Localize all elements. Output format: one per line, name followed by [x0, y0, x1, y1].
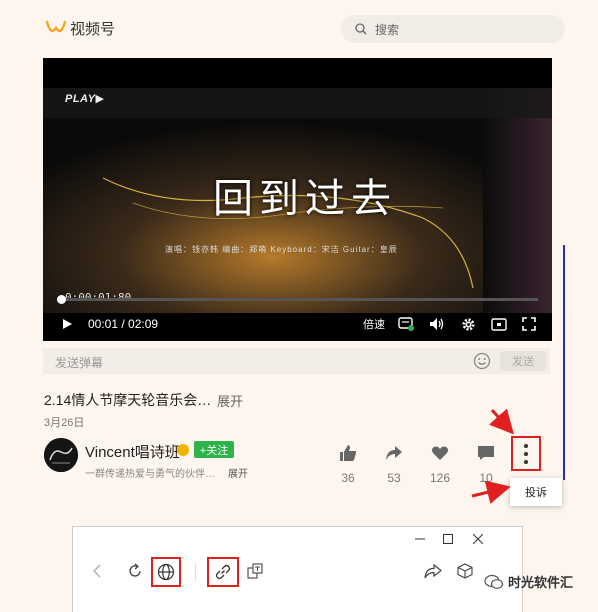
globe-icon — [157, 563, 175, 581]
close-button[interactable] — [470, 531, 486, 547]
maximize-button[interactable] — [440, 531, 456, 547]
browser-window — [72, 526, 523, 612]
link-icon — [215, 564, 231, 580]
minimize-button[interactable] — [412, 531, 428, 547]
minimize-icon — [415, 538, 425, 540]
cube-icon — [457, 563, 473, 579]
arrow-report — [471, 480, 511, 504]
annotation-arrows — [133, 408, 515, 560]
copy-link-button[interactable] — [207, 557, 239, 587]
back-button[interactable] — [89, 561, 105, 581]
open-in-browser-button[interactable] — [151, 557, 181, 587]
arrow-more-options — [489, 408, 515, 435]
wechat-icon — [484, 574, 504, 589]
share-arrow-icon — [424, 563, 442, 579]
chevron-left-icon — [93, 564, 101, 578]
refresh-icon — [129, 563, 141, 577]
watermark-text: 时光软件汇 — [508, 575, 574, 590]
translate-button[interactable] — [245, 561, 265, 581]
refresh-button[interactable] — [125, 561, 145, 581]
translate-icon — [247, 563, 263, 579]
forward-share-button[interactable] — [423, 561, 443, 581]
watermark: 时光软件汇 — [484, 572, 573, 591]
cube-button[interactable] — [455, 561, 475, 581]
maximize-icon — [443, 534, 453, 544]
close-icon — [473, 534, 483, 544]
toolbar-separator — [195, 563, 196, 581]
